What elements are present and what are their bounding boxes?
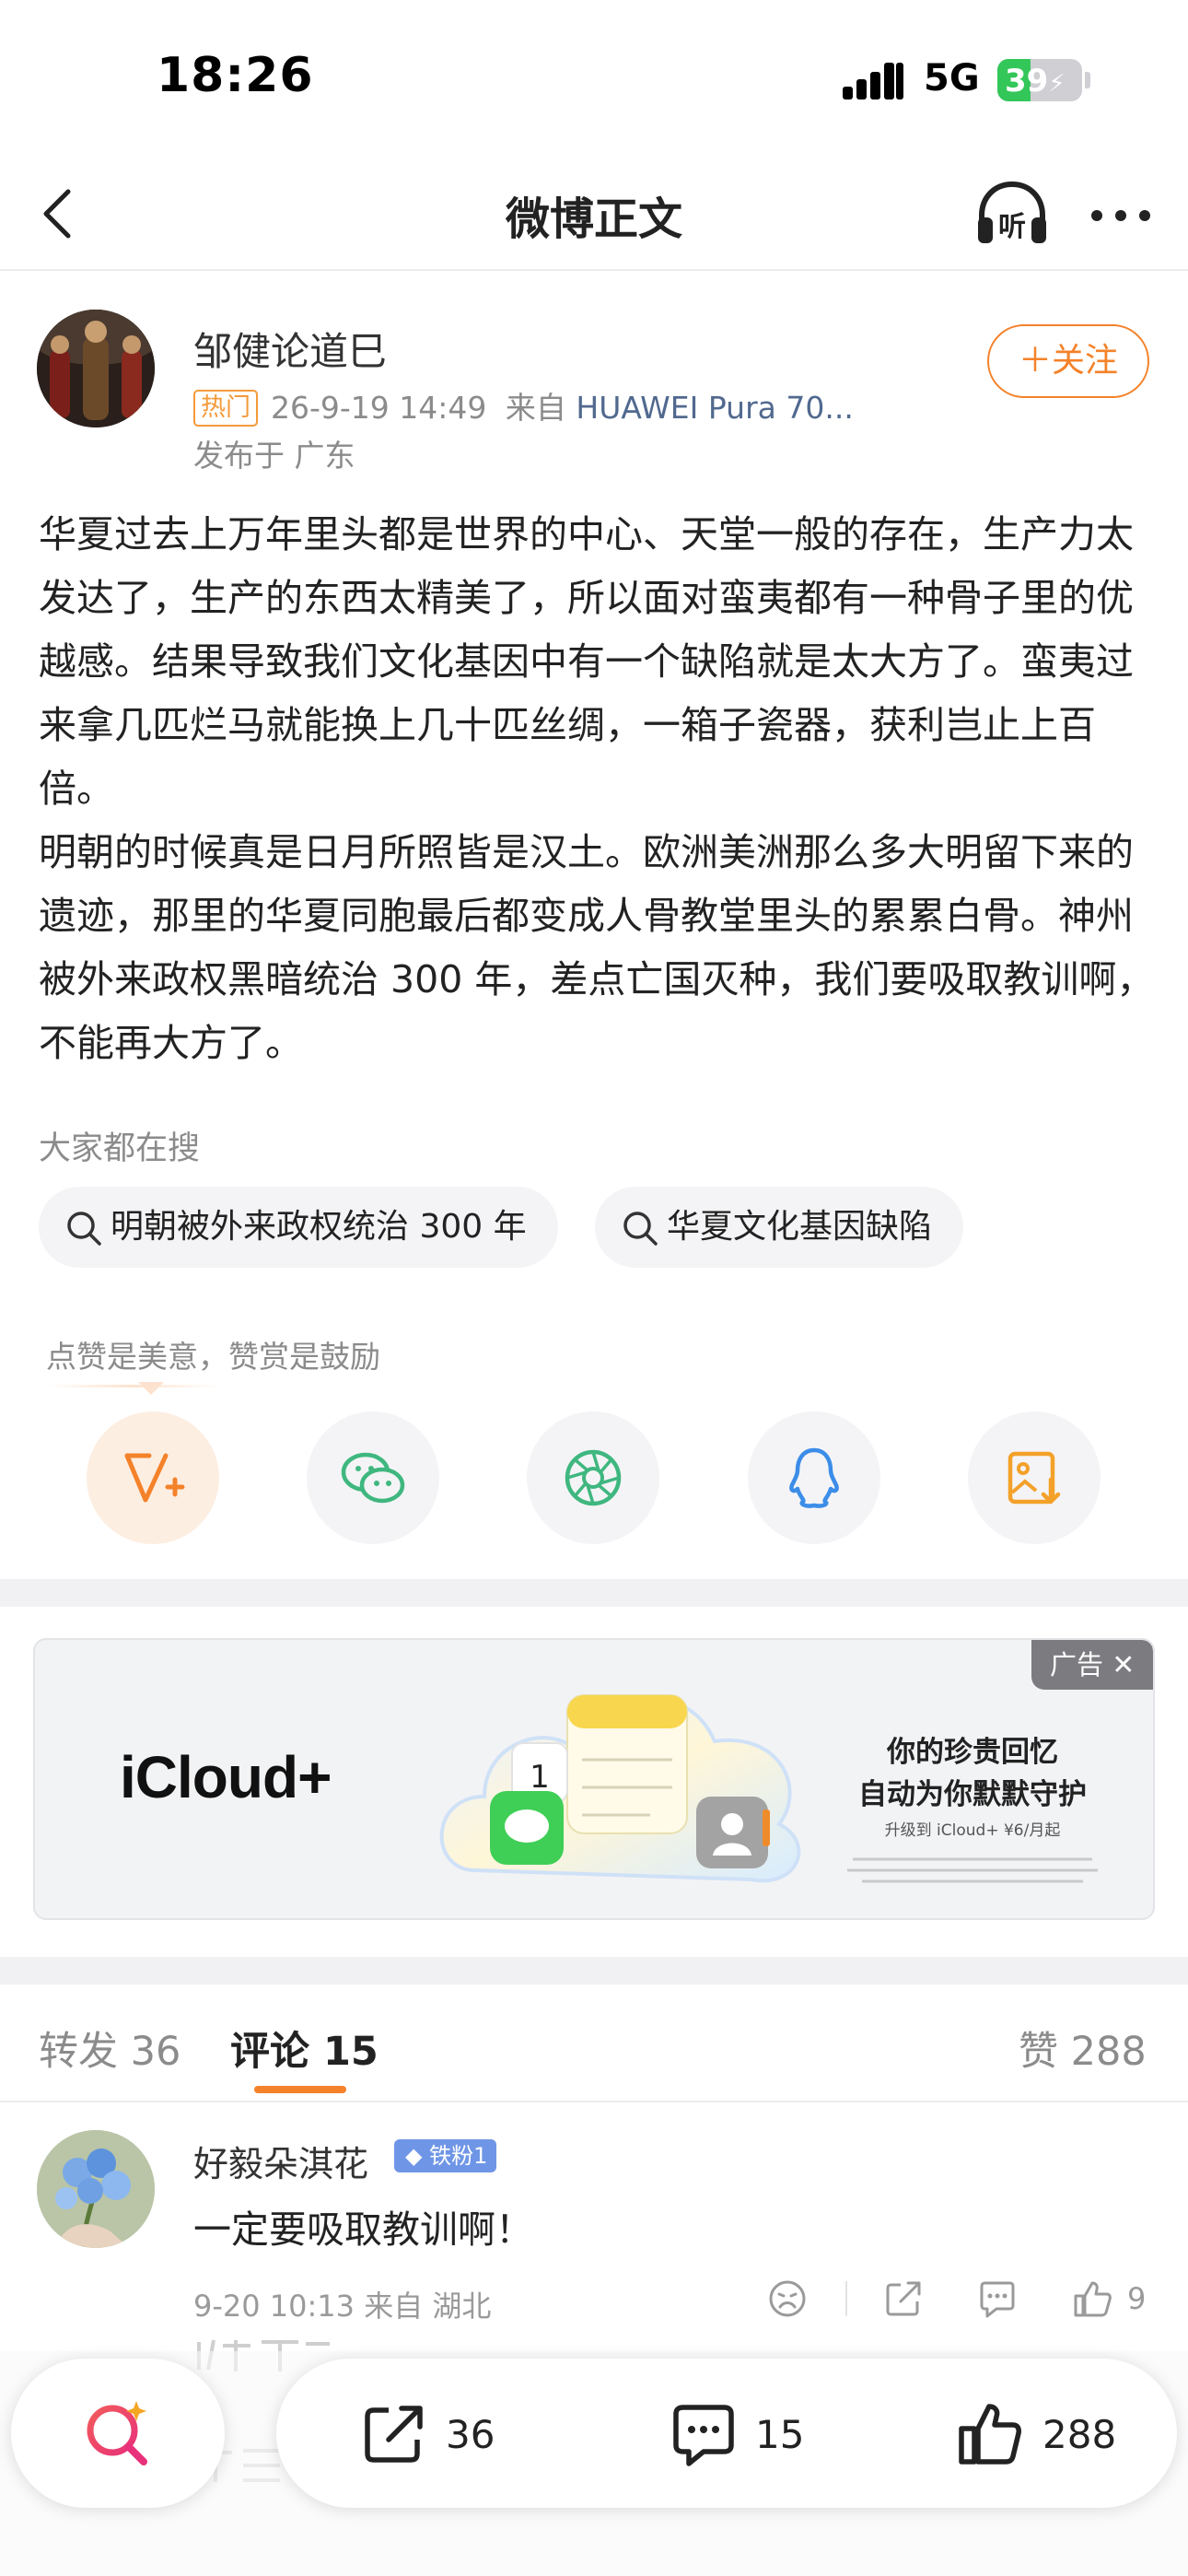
search-chip-label: 华夏文化基因缺陷 <box>667 1208 933 1246</box>
listen-button[interactable]: 听 <box>973 175 1052 254</box>
svg-text:1: 1 <box>530 1759 550 1796</box>
close-icon: ✕ <box>1112 1649 1136 1681</box>
comment-count: 15 <box>755 2412 805 2457</box>
ai-search-button[interactable] <box>11 2359 225 2508</box>
dislike-face-icon[interactable] <box>766 2277 809 2320</box>
post-meta: 热门 26-9-19 14:49 来自 HUAWEI Pura 70... <box>193 383 854 427</box>
author-name[interactable]: 邹健论道巳 <box>193 321 387 377</box>
post-body: 华夏过去上万年里头都是世界的中心、天堂一般的存在，生产力太发达了，生产的东西太精… <box>39 503 1155 1075</box>
share-wechat-button[interactable] <box>307 1411 439 1544</box>
battery-level: 39⚡ <box>1005 63 1066 100</box>
commenter-avatar[interactable] <box>37 2130 155 2248</box>
avatar-image <box>37 2130 155 2248</box>
comment-icon <box>673 2405 734 2466</box>
share-qq-button[interactable] <box>748 1411 880 1544</box>
tab-reposts[interactable]: 转发 36 <box>39 2020 181 2077</box>
search-icon <box>623 1212 658 1246</box>
reward-icon <box>124 1453 185 1503</box>
ad-subline: 升级到 iCloud+ ¥6/月起 <box>884 1821 1061 1840</box>
search-chip-label: 明朝被外来政权统治 300 年 <box>111 1208 527 1246</box>
commenter-name[interactable]: 好毅朵淇花 <box>193 2136 368 2186</box>
reward-button[interactable] <box>87 1411 219 1544</box>
network-type: 5G <box>924 57 980 100</box>
fan-badge-label: 铁粉1 <box>429 2143 488 2169</box>
status-bar: 18:26 5G 39⚡ <box>0 0 1188 157</box>
post-paragraph: 明朝的时候真是日月所照皆是汉土。欧洲美洲那么多大明留下来的遗迹，那里的华夏同胞最… <box>39 830 1155 1065</box>
hint-pointer <box>138 1382 164 1395</box>
comment-like-count: 9 <box>1127 2281 1147 2316</box>
follow-button[interactable]: ＋关注 <box>987 324 1149 398</box>
headphones-icon: 听 <box>978 181 1046 243</box>
action-divider <box>845 2281 847 2316</box>
like-count: 288 <box>1042 2412 1117 2457</box>
interaction-tabs: 转发 36 评论 15 赞 288 <box>0 1975 1188 2102</box>
nav-bar: 微博正文 听 <box>0 157 1188 271</box>
search-icon <box>67 1212 101 1246</box>
battery-icon: 39⚡ <box>997 59 1082 101</box>
repost-count: 36 <box>446 2412 495 2457</box>
moments-icon <box>565 1449 622 1506</box>
ad-banner[interactable]: 广告 ✕ iCloud+ 1 你的珍贵回忆 自动为你默默守护 升级到 iClou… <box>33 1638 1155 1920</box>
reply-icon[interactable] <box>976 2277 1019 2320</box>
ad-close-button[interactable]: 广告 ✕ <box>1031 1640 1153 1690</box>
icloud-illustration: 1 <box>439 1694 801 1883</box>
share-moments-button[interactable] <box>527 1411 659 1544</box>
comment-meta: 9-20 10:13 来自 湖北 <box>193 2289 492 2324</box>
ad-brand: iCloud+ <box>120 1744 332 1810</box>
search-chip[interactable]: 明朝被外来政权统治 300 年 <box>39 1187 558 1268</box>
hint-underline <box>46 1385 219 1388</box>
post-actions-bar: 36 15 288 <box>276 2359 1177 2508</box>
tab-indicator <box>254 2086 346 2093</box>
cellular-signal-icon <box>843 63 905 100</box>
trending-search-heading: 大家都在搜 <box>39 1130 201 1167</box>
ad-headline: 自动为你默默守护 <box>858 1778 1087 1811</box>
device-link[interactable]: HUAWEI Pura 70... <box>576 390 853 426</box>
hot-badge: 热门 <box>193 390 258 427</box>
fan-badge: ◆ 铁粉1 <box>394 2139 497 2172</box>
like-icon <box>959 2404 1021 2465</box>
ai-search-icon <box>87 2401 147 2465</box>
tab-comments[interactable]: 评论 15 <box>230 2020 379 2077</box>
repost-icon <box>365 2406 423 2463</box>
save-image-button[interactable] <box>968 1411 1101 1544</box>
post-location: 发布于 广东 <box>193 438 355 474</box>
ad-fine-print <box>847 1857 1098 1883</box>
save-image-icon <box>1007 1451 1061 1505</box>
ad-headline: 你的珍贵回忆 <box>887 1736 1058 1769</box>
avatar-image <box>37 310 155 427</box>
post-datetime: 26-9-19 14:49 <box>271 390 487 426</box>
ad-label: 广告 <box>1050 1649 1104 1680</box>
tab-likes[interactable]: 赞 288 <box>1019 2020 1147 2077</box>
battery-cap <box>1085 72 1090 88</box>
post-paragraph: 华夏过去上万年里头都是世界的中心、天堂一般的存在，生产力太发达了，生产的东西太精… <box>39 512 1134 811</box>
like-hint: 点赞是美意，赞赏是鼓励 <box>46 1339 380 1375</box>
section-divider <box>0 1579 1188 1607</box>
source-prefix: 来自 <box>505 390 566 426</box>
repost-icon[interactable] <box>882 2277 925 2320</box>
svg-text:听: 听 <box>998 211 1026 243</box>
qq-icon <box>789 1447 839 1508</box>
search-chip[interactable]: 华夏文化基因缺陷 <box>595 1187 964 1268</box>
more-icon <box>1091 210 1150 221</box>
comment-text: 一定要吸取教训啊！ <box>193 2207 533 2252</box>
diamond-icon: ◆ <box>405 2143 423 2169</box>
wechat-icon <box>341 1452 405 1504</box>
author-avatar[interactable] <box>37 310 155 427</box>
status-time: 18:26 <box>157 48 314 103</box>
more-button[interactable] <box>1081 179 1160 252</box>
like-icon[interactable] <box>1072 2277 1114 2320</box>
